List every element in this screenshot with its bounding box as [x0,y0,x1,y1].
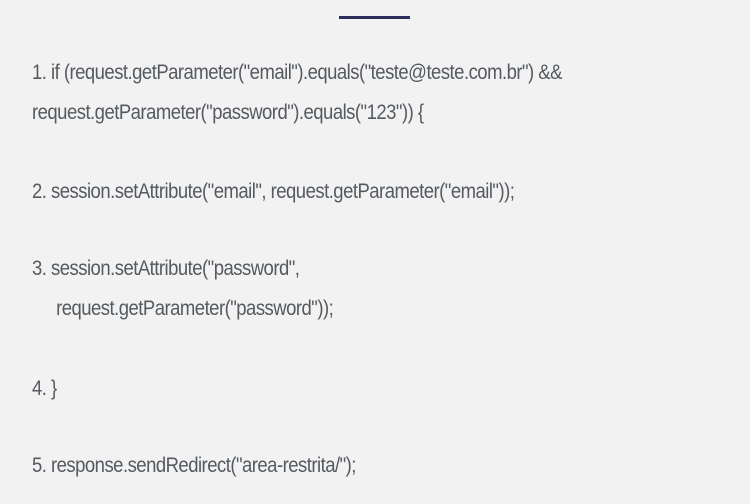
code-line-1-continuation: request.getParameter("password").equals(… [32,100,424,124]
page: 1. if (request.getParameter("email").equ… [0,0,750,504]
code-line-3-continuation: request.getParameter("password")); [56,296,334,320]
code-line-1: 1. if (request.getParameter("email").equ… [32,52,562,132]
code-line-4-text: 4. } [32,376,57,400]
code-line-5-text: 5. response.sendRedirect("area-restrita/… [32,453,356,477]
code-line-4: 4. } [32,368,57,408]
code-line-3: 3. session.setAttribute("password", requ… [32,248,334,328]
code-line-5: 5. response.sendRedirect("area-restrita/… [32,445,356,485]
section-divider [339,16,410,19]
code-line-2: 2. session.setAttribute("email", request… [32,171,515,211]
code-line-2-text: 2. session.setAttribute("email", request… [32,179,515,203]
code-line-3-text: 3. session.setAttribute("password", [32,256,300,280]
code-line-1-text: 1. if (request.getParameter("email").equ… [32,60,562,84]
